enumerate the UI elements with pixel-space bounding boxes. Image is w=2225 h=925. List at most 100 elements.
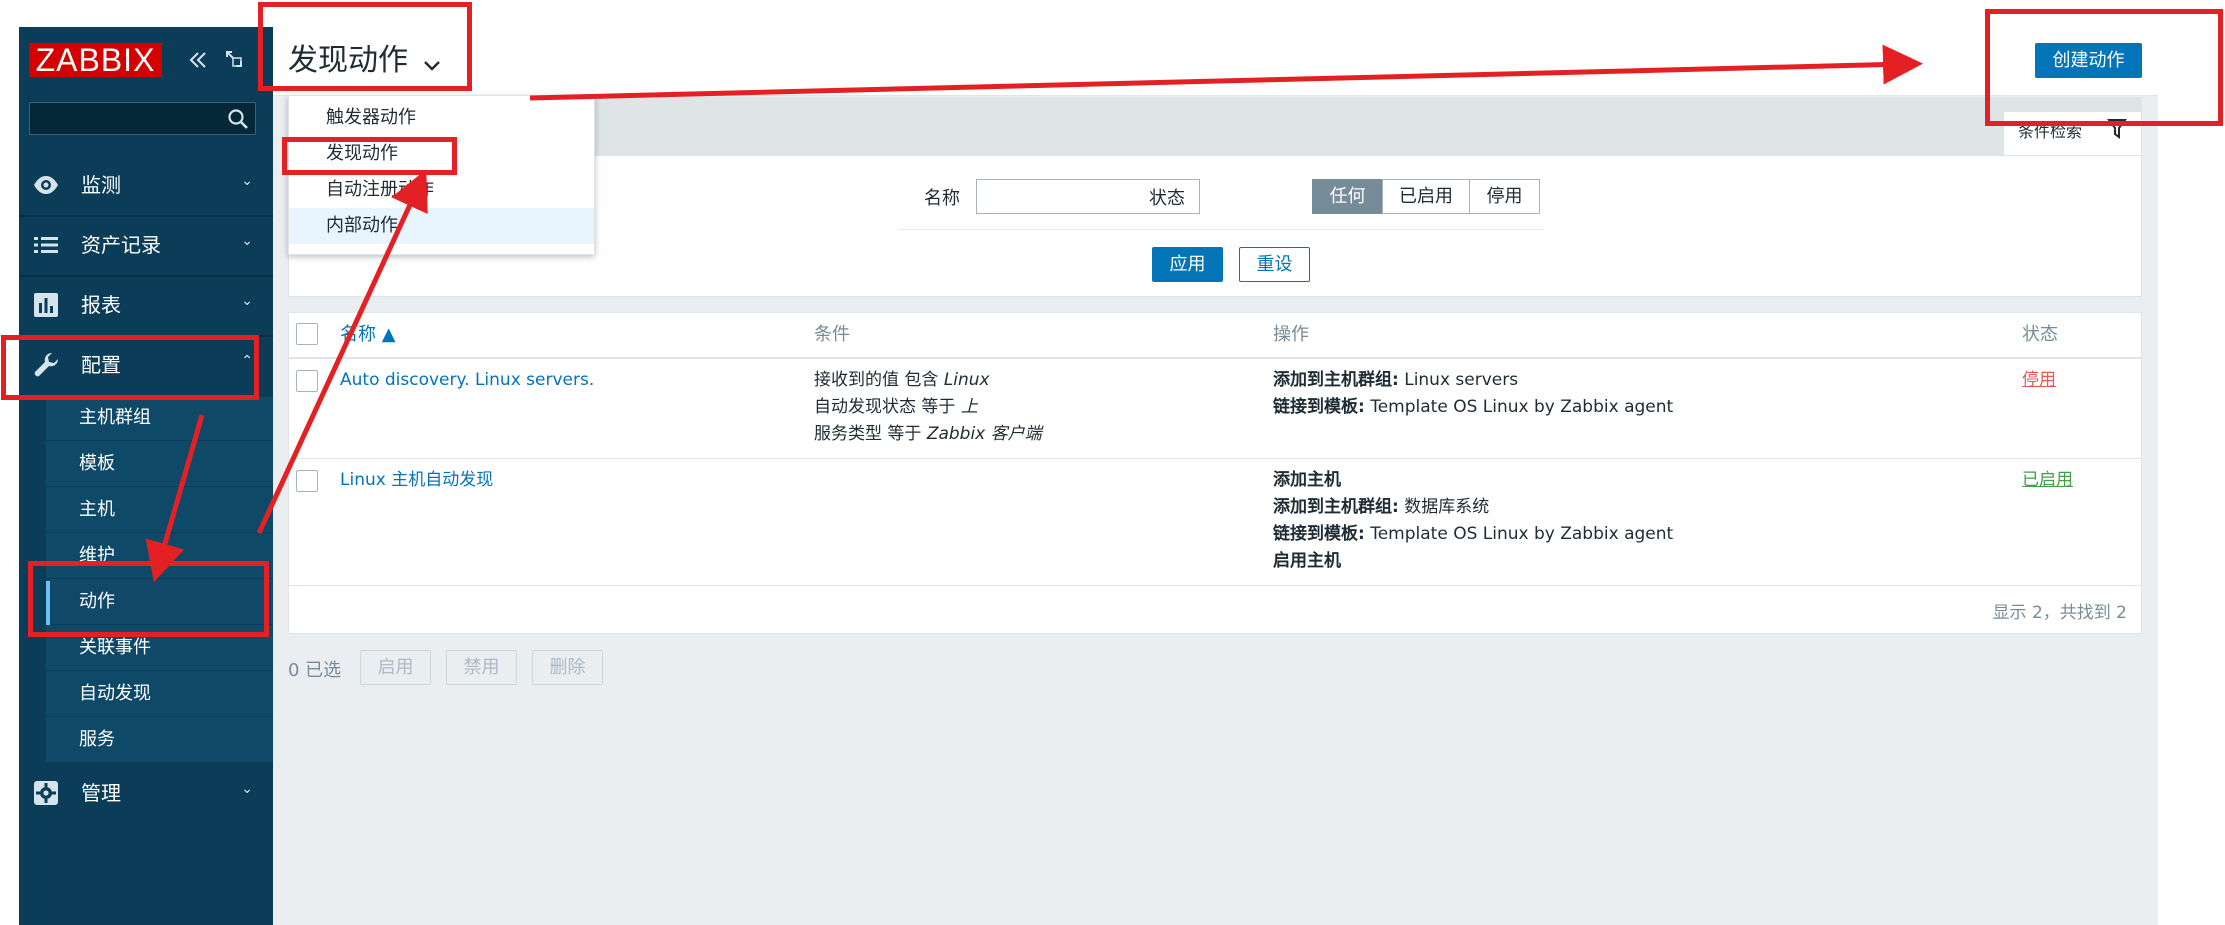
operation-line: 添加主机 — [1273, 467, 1673, 494]
submenu-maintenance[interactable]: 维护 — [46, 535, 273, 579]
dropdown-item-autoregistration-actions[interactable]: 自动注册动作 — [289, 172, 594, 208]
row-checkbox[interactable] — [296, 370, 318, 392]
operation-line: 添加到主机群组: 数据库系统 — [1273, 494, 1673, 521]
operations-cell: 添加主机 添加到主机群组: 数据库系统 链接到模板: Template OS L… — [1273, 467, 1673, 575]
wrench-icon — [34, 352, 59, 377]
eye-icon — [34, 176, 58, 194]
nav-label: 资产记录 — [81, 233, 161, 257]
submenu-discovery[interactable]: 自动发现 — [46, 673, 273, 717]
zabbix-logo[interactable]: ZABBIX — [29, 43, 162, 77]
operation-key: 链接到模板: — [1273, 524, 1365, 544]
operation-key: 链接到模板: — [1273, 397, 1365, 417]
divider — [899, 229, 1544, 230]
submenu-event-correlation[interactable]: 关联事件 — [46, 627, 273, 671]
divider — [289, 357, 2141, 359]
apply-button[interactable]: 应用 — [1152, 247, 1223, 282]
submenu-label: 动作 — [79, 591, 115, 612]
list-icon — [34, 237, 58, 253]
submenu-actions[interactable]: 动作 — [46, 581, 273, 625]
chevron-down-icon: ⌄ — [241, 781, 253, 797]
operation-line: 启用主机 — [1273, 548, 1673, 575]
chevron-down-icon: ⌄ — [241, 173, 253, 189]
page-title[interactable]: 发现动作 — [288, 41, 408, 81]
disable-button[interactable]: 禁用 — [446, 650, 517, 685]
status-disabled-toggle[interactable]: 停用 — [1469, 179, 1540, 214]
condition-text: 服务类型 等于 — [814, 424, 927, 444]
condition-line: 服务类型 等于 Zabbix 客户端 — [814, 421, 1042, 448]
operation-line: 链接到模板: Template OS Linux by Zabbix agent — [1273, 394, 1673, 421]
pagination-summary: 显示 2，共找到 2 — [1992, 603, 2127, 623]
selected-count: 0 已选 — [288, 660, 342, 681]
submenu-label: 主机 — [79, 499, 115, 520]
nav-configuration[interactable]: 配置 ⌃ — [19, 335, 273, 395]
actions-table: 名称 ▲ 条件 操作 状态 Auto discovery. Linux serv… — [288, 312, 2142, 634]
sidebar-search-input[interactable] — [29, 102, 256, 135]
operation-key: 添加主机 — [1273, 470, 1341, 490]
status-toggle-link[interactable]: 停用 — [2022, 367, 2056, 394]
search-icon[interactable] — [227, 108, 249, 130]
create-action-button[interactable]: 创建动作 — [2035, 43, 2142, 78]
row-checkbox[interactable] — [296, 470, 318, 492]
condition-value: 上 — [960, 397, 978, 417]
submenu-label: 维护 — [79, 545, 115, 566]
status-any-toggle[interactable]: 任何 — [1312, 179, 1383, 214]
select-all-checkbox[interactable] — [296, 323, 318, 345]
name-filter-label: 名称 — [924, 188, 960, 209]
delete-button[interactable]: 删除 — [532, 650, 603, 685]
main-content: 发现动作 创建动作 条件检索 名称 状态 任何 已启用 停用 应用 重设 名称 … — [273, 0, 2225, 925]
operation-value: 数据库系统 — [1398, 497, 1490, 517]
page-header: 发现动作 — [273, 27, 2158, 96]
chevron-down-icon[interactable] — [423, 53, 441, 77]
condition-text: 自动发现状态 等于 — [814, 397, 961, 417]
operation-line: 添加到主机群组: Linux servers — [1273, 367, 1673, 394]
dropdown-item-label: 自动注册动作 — [326, 179, 434, 200]
submenu-services[interactable]: 服务 — [46, 719, 273, 763]
dropdown-item-internal-actions[interactable]: 内部动作 — [289, 208, 594, 244]
divider — [289, 585, 2141, 586]
submenu-label: 自动发现 — [79, 683, 151, 704]
config-submenu: 主机群组 模板 主机 维护 动作 关联事件 自动发现 服务 — [46, 397, 273, 763]
status-filter-label: 状态 — [1149, 188, 1185, 209]
sidebar: ZABBIX 监测 ⌄ 资产记录 ⌄ 报表 ⌄ 配置 ⌃ 主机群组 模板 主机 … — [19, 27, 273, 925]
nav-label: 监测 — [81, 173, 121, 197]
submenu-label: 服务 — [79, 729, 115, 750]
column-header-name[interactable]: 名称 ▲ — [340, 323, 396, 347]
operation-value: Linux servers — [1398, 370, 1519, 390]
operation-key: 添加到主机群组: — [1273, 370, 1399, 390]
reset-button[interactable]: 重设 — [1239, 247, 1310, 282]
status-toggle-link[interactable]: 已启用 — [2022, 467, 2073, 494]
nav-administration[interactable]: 管理 ⌄ — [19, 763, 273, 823]
enable-button[interactable]: 启用 — [360, 650, 431, 685]
action-name-link[interactable]: Linux 主机自动发现 — [340, 467, 493, 494]
operation-line: 链接到模板: Template OS Linux by Zabbix agent — [1273, 521, 1673, 548]
condition-line: 自动发现状态 等于 上 — [814, 394, 1042, 421]
gear-icon — [34, 781, 58, 805]
dropdown-item-trigger-actions[interactable]: 触发器动作 — [289, 100, 594, 136]
double-chevron-left-icon[interactable] — [187, 49, 209, 75]
chevron-down-icon: ⌄ — [241, 233, 253, 249]
submenu-label: 主机群组 — [79, 407, 151, 428]
submenu-host-groups[interactable]: 主机群组 — [46, 397, 273, 441]
submenu-templates[interactable]: 模板 — [46, 443, 273, 487]
nav-monitoring[interactable]: 监测 ⌄ — [19, 155, 273, 215]
submenu-hosts[interactable]: 主机 — [46, 489, 273, 533]
condition-value: Zabbix 客户端 — [926, 424, 1042, 444]
filter-tab[interactable]: 条件检索 — [2003, 111, 2142, 156]
chevron-up-icon: ⌃ — [241, 353, 253, 369]
divider — [289, 458, 2141, 459]
bar-chart-icon — [34, 293, 58, 317]
action-name-link[interactable]: Auto discovery. Linux servers. — [340, 367, 594, 394]
nav-inventory[interactable]: 资产记录 ⌄ — [19, 215, 273, 275]
status-enabled-toggle[interactable]: 已启用 — [1382, 179, 1470, 214]
filter-icon — [2107, 119, 2127, 139]
fullscreen-icon[interactable] — [224, 49, 244, 73]
dropdown-item-discovery-actions[interactable]: 发现动作 — [289, 136, 594, 172]
operation-key: 启用主机 — [1273, 551, 1341, 571]
nav-label: 管理 — [81, 781, 121, 805]
condition-text: 接收到的值 包含 — [814, 370, 944, 390]
condition-value: Linux — [943, 370, 990, 390]
submenu-label: 模板 — [79, 453, 115, 474]
action-type-dropdown: 触发器动作 发现动作 自动注册动作 内部动作 — [288, 95, 595, 255]
nav-label: 报表 — [81, 293, 121, 317]
nav-reports[interactable]: 报表 ⌄ — [19, 275, 273, 335]
